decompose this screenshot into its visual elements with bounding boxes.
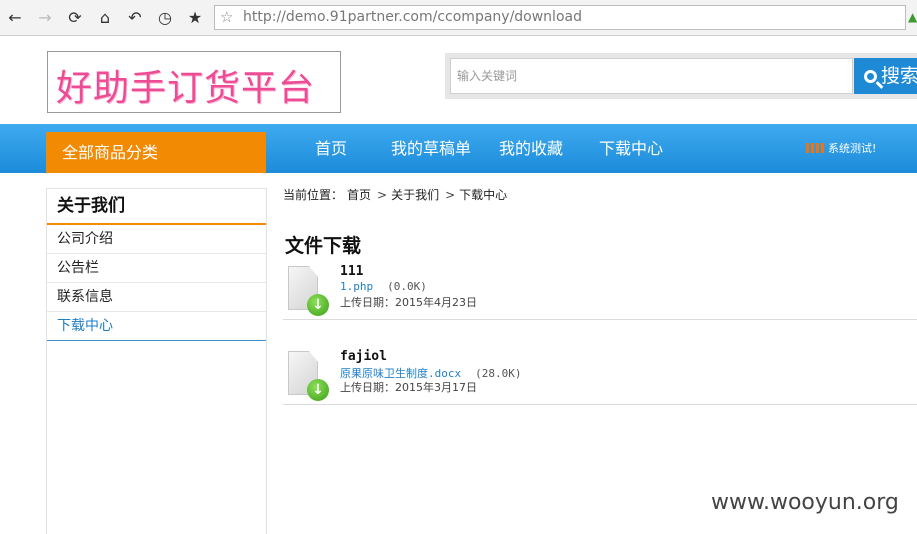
nav-item-home[interactable]: 首页 [315, 136, 347, 162]
breadcrumb-prefix: 当前位置： [283, 188, 344, 202]
file-size: (28.0K) [475, 367, 522, 380]
search-button-label: 搜索 [881, 65, 917, 87]
reload-icon[interactable]: ⟳ [64, 7, 86, 29]
back-arrow-icon[interactable]: ← [4, 7, 26, 29]
history-icon[interactable]: ◷ [154, 7, 176, 29]
extension-icon[interactable]: ▲ [908, 10, 917, 26]
system-test-link[interactable]: 系统测试! [806, 140, 876, 156]
sidebar-item-download[interactable]: 下载中心 [47, 312, 266, 341]
sidebar-item-company-intro[interactable]: 公司介绍 [47, 225, 266, 254]
nav-item-drafts[interactable]: 我的草稿单 [391, 136, 471, 162]
search-button[interactable]: 搜索 [854, 58, 917, 94]
logo-text: 好助手订货平台 [56, 68, 316, 109]
browser-toolbar: ← → ⟳ ⌂ ↶ ◷ ★ ☆ http://demo.91partner.co… [0, 0, 917, 36]
site-logo[interactable]: 好助手订货平台 [47, 51, 341, 113]
page-title: 文件下载 [285, 235, 362, 257]
file-row: ↓ 111 1.php (0.0K) 上传日期：2015年4月23日 [283, 264, 917, 320]
chevron-right-icon: > [445, 188, 456, 202]
search-icon [864, 70, 877, 83]
search-input[interactable]: 输入关键词 [450, 58, 853, 94]
sidebar-title: 关于我们 [47, 189, 266, 225]
file-upload-date: 上传日期：2015年3月17日 [340, 381, 477, 394]
all-categories-button[interactable]: 全部商品分类 [46, 132, 266, 173]
file-name: 111 [340, 264, 364, 279]
bookmarks-icon[interactable]: ★ [184, 7, 206, 29]
file-download-link[interactable]: 1.php [340, 280, 373, 293]
nav-item-favorites[interactable]: 我的收藏 [499, 136, 563, 162]
file-name: fajiol [340, 349, 387, 364]
chevron-right-icon: > [377, 188, 388, 202]
undo-icon[interactable]: ↶ [124, 7, 146, 29]
file-upload-date: 上传日期：2015年4月23日 [340, 296, 477, 309]
home-icon[interactable]: ⌂ [94, 7, 116, 29]
file-size: (0.0K) [387, 280, 427, 293]
bars-icon [806, 143, 824, 153]
file-row: ↓ fajiol 原果原味卫生制度.docx (28.0K) 上传日期：2015年… [283, 349, 917, 405]
breadcrumb-about[interactable]: 关于我们 [391, 188, 439, 202]
file-download-icon[interactable]: ↓ [288, 266, 329, 316]
watermark: www.wooyun.org [711, 490, 899, 515]
breadcrumb: 当前位置： 首页 > 关于我们 > 下载中心 [283, 186, 511, 203]
sidebar: 关于我们 公司介绍 公告栏 联系信息 下载中心 [46, 188, 267, 534]
breadcrumb-download[interactable]: 下载中心 [459, 188, 507, 202]
forward-arrow-icon[interactable]: → [34, 7, 56, 29]
file-link-row: 1.php (0.0K) [340, 280, 427, 293]
sidebar-item-notice-board[interactable]: 公告栏 [47, 254, 266, 283]
file-download-icon[interactable]: ↓ [288, 351, 329, 401]
nav-item-download[interactable]: 下载中心 [599, 136, 663, 162]
breadcrumb-home[interactable]: 首页 [347, 188, 371, 202]
search-bar: 输入关键词 搜索 [445, 53, 917, 99]
sidebar-item-contact[interactable]: 联系信息 [47, 283, 266, 312]
address-bar[interactable]: ☆ http://demo.91partner.com/ccompany/dow… [214, 5, 906, 30]
address-url[interactable]: http://demo.91partner.com/ccompany/downl… [243, 9, 582, 25]
bookmark-star-icon[interactable]: ☆ [220, 8, 233, 26]
system-test-label: 系统测试! [828, 142, 877, 155]
